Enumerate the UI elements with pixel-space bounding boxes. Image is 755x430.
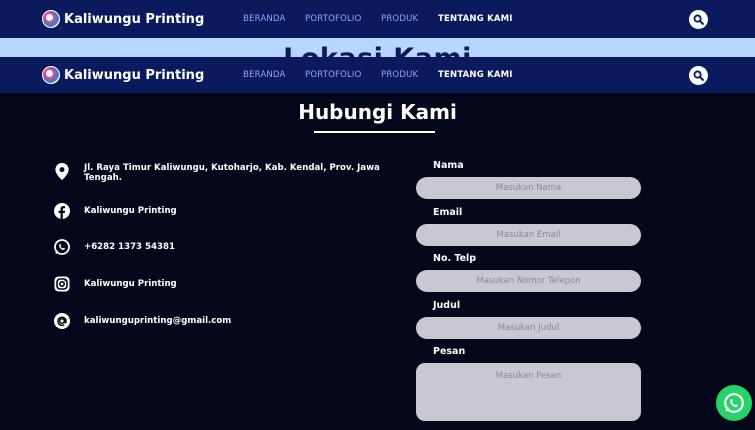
nama-input[interactable] bbox=[416, 177, 641, 199]
email-label: Email bbox=[433, 207, 463, 218]
email-icon bbox=[53, 312, 70, 329]
brand-logo-icon bbox=[42, 66, 60, 84]
facebook-text: Kaliwungu Printing bbox=[84, 206, 177, 216]
nama-label: Nama bbox=[433, 160, 464, 171]
contact-address: Jl. Raya Timur Kaliwungu, Kutoharjo, Kab… bbox=[53, 163, 384, 183]
nav-tentang-kami[interactable]: TENTANG KAMI bbox=[438, 14, 513, 24]
search-icon bbox=[693, 14, 704, 25]
section-title: Hubungi Kami bbox=[298, 100, 457, 124]
whatsapp-icon bbox=[53, 238, 70, 255]
brand-name: Kaliwungu Printing bbox=[64, 11, 205, 27]
nav-produk[interactable]: PRODUK bbox=[381, 70, 418, 80]
judul-input[interactable] bbox=[416, 317, 641, 339]
instagram-icon bbox=[53, 275, 70, 292]
nav-portofolio[interactable]: PORTOFOLIO bbox=[305, 14, 362, 24]
instagram-text: Kaliwungu Printing bbox=[84, 279, 177, 289]
brand[interactable]: Kaliwungu Printing bbox=[42, 10, 204, 28]
search-button[interactable] bbox=[689, 65, 708, 85]
lokasi-section: Lokasi Kami bbox=[0, 38, 755, 57]
nav-beranda[interactable]: BERANDA bbox=[243, 70, 286, 80]
whatsapp-float-button[interactable] bbox=[716, 385, 752, 421]
nav-portofolio[interactable]: PORTOFOLIO bbox=[305, 70, 362, 80]
address-text: Jl. Raya Timur Kaliwungu, Kutoharjo, Kab… bbox=[84, 163, 380, 183]
whatsapp-text: +6282 1373 54381 bbox=[84, 242, 175, 252]
judul-label: Judul bbox=[433, 300, 461, 311]
search-button[interactable] bbox=[689, 9, 708, 29]
telp-label: No. Telp bbox=[433, 253, 477, 264]
lokasi-title: Lokasi Kami bbox=[0, 43, 755, 57]
contact-email[interactable]: kaliwunguprinting@gmail.com bbox=[53, 312, 231, 329]
nav-tentang-kami[interactable]: TENTANG KAMI bbox=[438, 70, 513, 80]
nav-beranda[interactable]: BERANDA bbox=[243, 14, 286, 24]
navbar-top: Kaliwungu Printing BERANDA PORTOFOLIO PR… bbox=[0, 0, 755, 38]
facebook-icon bbox=[53, 202, 70, 219]
navbar-sticky: Kaliwungu Printing BERANDA PORTOFOLIO PR… bbox=[0, 57, 755, 93]
whatsapp-icon bbox=[724, 393, 744, 413]
telp-input[interactable] bbox=[416, 270, 641, 292]
brand[interactable]: Kaliwungu Printing bbox=[42, 66, 204, 84]
email-input[interactable] bbox=[416, 224, 641, 246]
contact-facebook[interactable]: Kaliwungu Printing bbox=[53, 202, 177, 219]
contact-instagram[interactable]: Kaliwungu Printing bbox=[53, 275, 177, 292]
brand-name: Kaliwungu Printing bbox=[64, 67, 205, 83]
email-text: kaliwunguprinting@gmail.com bbox=[84, 316, 232, 326]
pesan-label: Pesan bbox=[433, 346, 466, 357]
title-underline bbox=[314, 131, 435, 133]
brand-logo-icon bbox=[42, 10, 60, 28]
nav-produk[interactable]: PRODUK bbox=[381, 14, 418, 24]
location-icon bbox=[53, 163, 70, 180]
search-icon bbox=[693, 70, 704, 81]
pesan-textarea[interactable] bbox=[416, 363, 641, 421]
contact-whatsapp[interactable]: +6282 1373 54381 bbox=[53, 238, 175, 255]
